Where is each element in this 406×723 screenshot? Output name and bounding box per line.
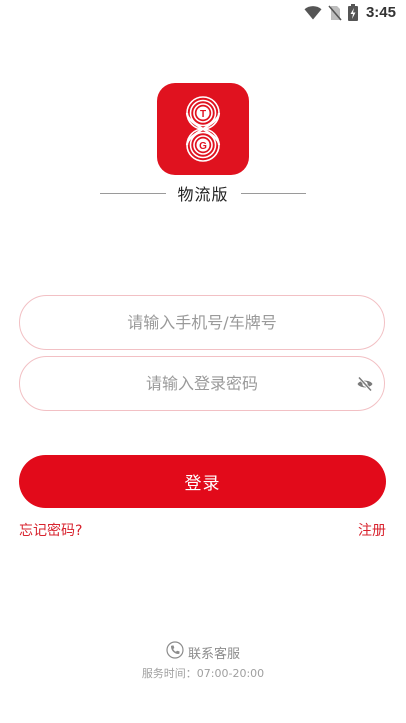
divider-right — [240, 192, 307, 194]
contact-support-button[interactable]: 联系客服 — [0, 641, 406, 663]
no-sim-icon — [328, 4, 342, 21]
service-hours: 服务时间：07:00-20:00 — [141, 667, 265, 680]
phone-input[interactable] — [20, 295, 384, 350]
divider-left — [100, 192, 166, 194]
app-subtitle: 物流版 — [177, 185, 229, 204]
login-screen: 3:45 T G 物流版 请输入手机号/车牌号 登录 忘记密码? 注册 联系客服… — [0, 0, 406, 723]
logo-letter-g: G — [199, 141, 207, 152]
wifi-icon — [304, 5, 322, 20]
support-label: 联系客服 — [187, 646, 240, 662]
phone-field — [19, 295, 385, 350]
password-input[interactable] — [20, 356, 384, 411]
status-bar: 3:45 — [0, 0, 406, 28]
status-icons: 3:45 — [304, 4, 396, 21]
register-link[interactable]: 注册 — [358, 520, 386, 540]
brand-subtitle-row: 物流版 — [100, 182, 307, 204]
tg-logo-icon: T G — [157, 83, 249, 175]
forgot-password-link[interactable]: 忘记密码? — [19, 520, 82, 540]
login-button[interactable]: 登录 — [19, 455, 386, 508]
eye-off-icon[interactable] — [356, 375, 374, 393]
password-field — [19, 356, 385, 411]
status-time: 3:45 — [365, 4, 396, 21]
phone-icon — [166, 641, 184, 663]
logo-letter-t: T — [200, 109, 206, 120]
battery-charging-icon — [347, 4, 358, 21]
